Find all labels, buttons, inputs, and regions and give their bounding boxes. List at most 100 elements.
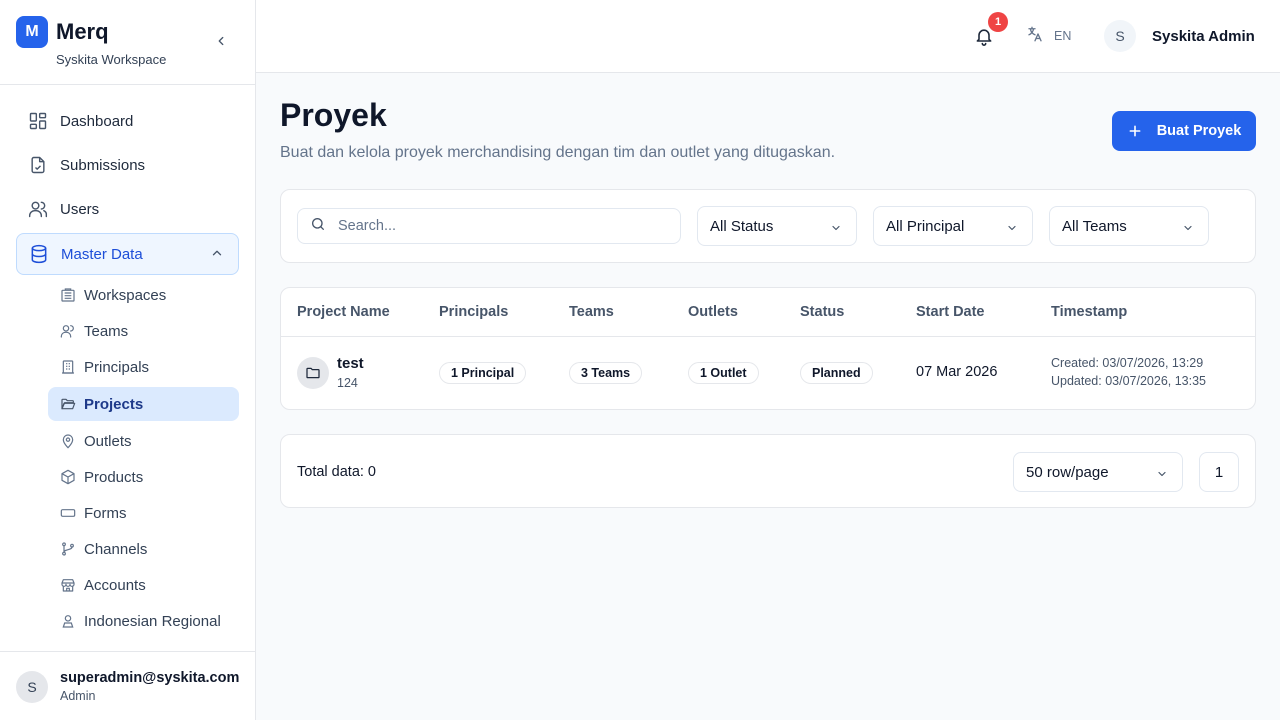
sidebar-subitem-teams[interactable]: Teams — [48, 314, 239, 348]
chevron-down-icon — [1006, 221, 1018, 238]
language-switcher[interactable]: EN — [1026, 26, 1071, 46]
sidebar-subitem-label: Projects — [84, 395, 144, 413]
sidebar-subitem-label: Indonesian Regional — [84, 612, 221, 630]
workspace-name: Syskita Workspace — [56, 52, 167, 67]
git-branch-icon — [60, 541, 76, 557]
sidebar-item-submissions[interactable]: Submissions — [16, 145, 239, 185]
sidebar-item-dashboard[interactable]: Dashboard — [16, 101, 239, 141]
users-icon — [28, 199, 48, 219]
teams-filter-select[interactable]: All Teams — [1049, 206, 1209, 246]
create-project-label: Buat Proyek — [1156, 123, 1242, 139]
sidebar-subitem-projects[interactable]: Projects — [48, 387, 239, 421]
avatar: S — [16, 671, 48, 703]
page-subtitle: Buat dan kelola proyek merchandising den… — [280, 144, 836, 161]
create-project-button[interactable]: Buat Proyek — [1112, 111, 1256, 151]
map-person-icon — [60, 613, 76, 629]
app-name: Merq — [56, 19, 109, 44]
projects-table: Project Name Principals Teams Outlets St… — [280, 287, 1256, 410]
sidebar-subitem-label: Channels — [84, 540, 148, 558]
column-header-project-name[interactable]: Project Name — [297, 304, 390, 320]
chevron-down-icon — [1156, 467, 1168, 484]
updated-timestamp: Updated: 03/07/2026, 13:35 — [1051, 374, 1206, 388]
sidebar-subitem-products[interactable]: Products — [48, 460, 239, 494]
sidebar-subitem-label: Principals — [84, 358, 150, 376]
search-box[interactable] — [297, 208, 681, 244]
created-timestamp: Created: 03/07/2026, 13:29 — [1051, 356, 1204, 370]
column-header-start-date[interactable]: Start Date — [916, 304, 985, 320]
column-header-principals[interactable]: Principals — [439, 304, 508, 320]
language-code: EN — [1054, 29, 1072, 43]
outlets-badge: 1 Outlet — [688, 362, 759, 384]
sidebar-subitem-label: Workspaces — [84, 286, 167, 304]
top-header: 1 EN S Syskita Admin — [256, 0, 1280, 73]
page-title: Proyek — [280, 97, 387, 133]
file-check-icon — [28, 155, 48, 175]
brand-header: M Merq Syskita Workspace — [0, 0, 255, 85]
sidebar-item-label: Submissions — [60, 156, 146, 174]
table-row[interactable]: test 124 1 Principal 3 Teams 1 Outlet Pl… — [281, 337, 1255, 409]
sidebar-subitem-indonesian-regional[interactable]: Indonesian Regional — [48, 604, 239, 638]
sidebar: M Merq Syskita Workspace Dashboard Submi… — [0, 0, 256, 720]
box-icon — [60, 469, 76, 485]
translate-icon — [1026, 25, 1044, 48]
pagination-bar: Total data: 0 50 row/page 1 — [280, 434, 1256, 508]
database-icon — [29, 244, 49, 264]
teams-filter-value: All Teams — [1062, 217, 1127, 235]
page-number-button[interactable]: 1 — [1199, 452, 1239, 492]
collapse-sidebar-icon[interactable] — [212, 32, 230, 50]
chevron-up-icon — [210, 246, 224, 265]
filter-bar: All Status All Principal All Teams — [280, 189, 1256, 263]
sidebar-item-label: Users — [60, 200, 100, 218]
form-input-icon — [60, 505, 76, 521]
map-pin-icon — [60, 433, 76, 449]
teams-badge: 3 Teams — [569, 362, 643, 384]
header-user-name: Syskita Admin — [1152, 27, 1255, 45]
sidebar-subitem-channels[interactable]: Channels — [48, 532, 239, 566]
rows-per-page-value: 50 row/page — [1026, 463, 1109, 481]
sidebar-subitem-label: Outlets — [84, 432, 132, 450]
principal-filter-value: All Principal — [886, 217, 965, 235]
total-data-count: Total data: 0 — [297, 464, 376, 480]
sidebar-item-users[interactable]: Users — [16, 189, 239, 229]
building-icon — [60, 287, 76, 303]
sidebar-subitem-workspaces[interactable]: Workspaces — [48, 278, 239, 312]
sidebar-subitem-outlets[interactable]: Outlets — [48, 424, 239, 458]
search-icon — [310, 216, 326, 237]
users-icon — [60, 323, 76, 339]
notification-badge: 1 — [988, 12, 1008, 32]
column-header-teams[interactable]: Teams — [569, 304, 614, 320]
store-icon — [60, 577, 76, 593]
sidebar-user-profile[interactable]: S superadmin@syskita.com Admin — [0, 651, 255, 720]
chevron-down-icon — [830, 221, 842, 238]
chevron-down-icon — [1182, 221, 1194, 238]
sidebar-item-label: Master Data — [61, 245, 143, 263]
folder-open-icon — [60, 396, 76, 412]
status-filter-value: All Status — [710, 217, 774, 235]
sidebar-subitem-label: Forms — [84, 504, 127, 522]
start-date: 07 Mar 2026 — [916, 364, 998, 380]
user-role: Admin — [60, 689, 96, 703]
dashboard-icon — [28, 111, 48, 131]
column-header-status[interactable]: Status — [800, 304, 844, 320]
sidebar-subitem-accounts[interactable]: Accounts — [48, 568, 239, 602]
plus-icon — [1127, 123, 1143, 139]
principals-badge: 1 Principal — [439, 362, 527, 384]
search-input[interactable] — [338, 218, 658, 234]
header-user-menu[interactable]: S Syskita Admin — [1104, 20, 1255, 52]
status-badge: Planned — [800, 362, 873, 384]
project-name[interactable]: test — [337, 355, 364, 372]
principal-filter-select[interactable]: All Principal — [873, 206, 1033, 246]
app-logo: M — [16, 16, 48, 48]
user-email: superadmin@syskita.com — [60, 670, 240, 686]
sidebar-subitem-principals[interactable]: Principals — [48, 350, 239, 384]
sidebar-subitem-label: Products — [84, 468, 144, 486]
column-header-outlets[interactable]: Outlets — [688, 304, 738, 320]
office-building-icon — [60, 359, 76, 375]
sidebar-item-master-data[interactable]: Master Data — [16, 233, 239, 275]
column-header-timestamp[interactable]: Timestamp — [1051, 304, 1127, 320]
sidebar-item-label: Dashboard — [60, 112, 134, 130]
sidebar-subitem-forms[interactable]: Forms — [48, 496, 239, 530]
status-filter-select[interactable]: All Status — [697, 206, 857, 246]
avatar: S — [1104, 20, 1136, 52]
rows-per-page-select[interactable]: 50 row/page — [1013, 452, 1183, 492]
